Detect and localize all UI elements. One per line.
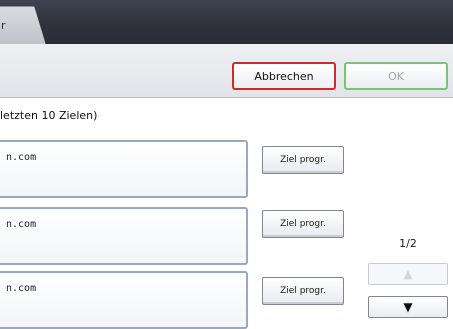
- tab-label: r: [1, 19, 6, 32]
- arrow-down-icon: ▼: [403, 300, 413, 314]
- program-destination-button[interactable]: Ziel progr.: [262, 210, 344, 238]
- previous-page-button[interactable]: ▲: [368, 263, 448, 285]
- next-page-button[interactable]: ▼: [368, 296, 448, 318]
- ok-button[interactable]: OK: [344, 62, 448, 90]
- destination-text: n.com: [6, 219, 37, 230]
- destination-entry[interactable]: n.com: [0, 207, 248, 265]
- destination-entry[interactable]: n.com: [0, 140, 248, 198]
- tab-previous[interactable]: r: [0, 6, 46, 45]
- cancel-button[interactable]: Abbrechen: [232, 62, 336, 90]
- history-header: letzten 10 Zielen): [0, 109, 98, 122]
- top-bar: r: [0, 0, 453, 45]
- program-destination-button[interactable]: Ziel progr.: [262, 277, 344, 305]
- destination-text: n.com: [6, 283, 37, 294]
- program-destination-button[interactable]: Ziel progr.: [262, 146, 344, 174]
- destination-entry[interactable]: n.com: [0, 271, 248, 329]
- arrow-up-icon: ▲: [403, 267, 413, 281]
- page-indicator: 1/2: [399, 237, 417, 250]
- destination-text: n.com: [6, 152, 37, 163]
